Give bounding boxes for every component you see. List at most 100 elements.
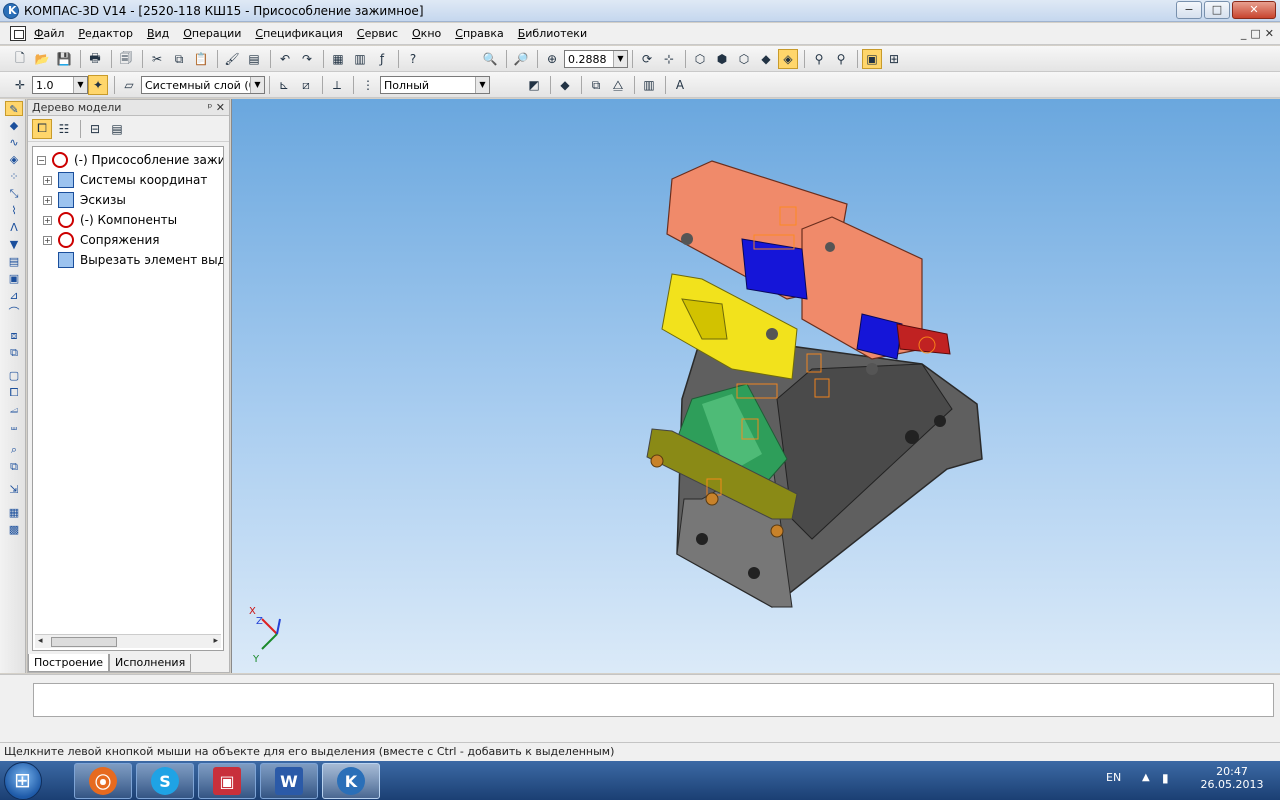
context-help-icon[interactable]: ? [403,49,423,69]
start-button[interactable] [4,762,42,800]
show-hidden-icons-icon[interactable]: ▲ [1142,772,1150,783]
taskbar-save[interactable]: ▣ [198,763,256,799]
menu-file[interactable]: Файл [34,27,64,40]
style-combo[interactable]: Полный ▼ [380,76,490,94]
tree-node-sketches[interactable]: + Эскизы [43,191,126,209]
plane-icon[interactable]: ⧄ [296,75,316,95]
language-indicator[interactable]: EN [1106,771,1121,784]
properties-panel[interactable] [33,683,1274,717]
orientation-icon[interactable]: ⊹ [659,49,679,69]
thin-lines-icon[interactable]: ⬡ [734,49,754,69]
chevron-down-icon[interactable]: ▼ [73,77,87,93]
preview-icon[interactable]: 🗐 [116,49,136,69]
menu-operations[interactable]: Операции [183,27,241,40]
properties-icon[interactable]: ▤ [244,49,264,69]
perspective-icon[interactable]: ⧋ [608,75,628,95]
standard-parts-icon[interactable]: ▩ [5,522,23,537]
snap-icon[interactable]: ✦ [88,75,108,95]
tree-style-icon[interactable]: ⋮ [358,75,378,95]
cursor-step-icon[interactable]: ✛ [10,75,30,95]
link-icon[interactable]: ⌇ [5,203,23,218]
menu-window[interactable]: Окно [412,27,441,40]
print-icon[interactable]: 🖶 [85,49,105,69]
tab-construction[interactable]: Построение [28,654,110,672]
dimension-icon[interactable]: Λ [5,220,23,235]
filter-icon[interactable]: ⚲ [809,49,829,69]
tree-node-root[interactable]: − (-) Присособление зажимное [37,151,223,169]
kompas-app-icon[interactable] [3,3,19,19]
select-filter-icon[interactable]: ⚲ [831,49,851,69]
zoom-in-icon[interactable]: ⊕ [542,49,562,69]
assembly-tool-icon[interactable]: ⧉ [5,345,23,360]
libraries-icon[interactable]: ▦ [5,505,23,520]
spline-icon[interactable]: ∿ [5,135,23,150]
tree-expand-icon[interactable]: + [43,175,52,185]
tree-filter-icon[interactable]: ⊟ [85,119,105,139]
measure-icon[interactable]: ⊞ [884,49,904,69]
save-icon[interactable]: 💾 [54,49,74,69]
maximize-button[interactable]: □ [1204,1,1230,19]
copy-icon[interactable]: ⧉ [169,49,189,69]
new-document-icon[interactable]: 🗋 [10,49,30,69]
manager-icon[interactable]: ▦ [328,49,348,69]
scroll-left-icon[interactable]: ◂ [38,636,43,646]
tree-structure-icon[interactable]: ⧠ [32,118,52,139]
annotation-icon[interactable]: A [670,75,690,95]
part-color-icon[interactable]: ◆ [555,75,575,95]
doc-minimize-button[interactable]: _ [1241,27,1247,40]
measure-tool-icon[interactable]: ⧈ [5,328,23,343]
clock[interactable]: 20:47 26.05.2013 [1196,765,1268,791]
mate-icon[interactable]: ⤡ [5,186,23,201]
close-button[interactable]: ✕ [1232,1,1276,19]
step-combo[interactable]: 1.0 ▼ [32,76,88,94]
part-icon[interactable]: ◆ [5,118,23,133]
surface-icon[interactable]: ◈ [5,152,23,167]
doc-close-button[interactable]: ✕ [1265,27,1274,40]
menu-libraries[interactable]: Библиотеки [518,27,587,40]
zoom-dynamic-icon[interactable]: 🔎 [511,49,531,69]
tree-node-coordinate-systems[interactable]: + Системы координат [43,171,207,189]
doc-restore-button[interactable]: □ [1250,27,1260,40]
zoom-tool-icon[interactable]: ⌕ [5,442,23,457]
array-icon[interactable]: ⁘ [5,169,23,184]
zoom-window-icon[interactable]: 🔍 [480,49,500,69]
scroll-right-icon[interactable]: ▸ [213,636,218,646]
taskbar-kompas[interactable]: K [322,763,380,799]
menu-specification[interactable]: Спецификация [255,27,342,40]
scroll-thumb[interactable] [51,637,117,647]
taskbar-skype[interactable]: S [136,763,194,799]
halftone-icon[interactable]: ◆ [756,49,776,69]
network-icon[interactable]: ▮ [1162,771,1169,785]
chevron-down-icon[interactable]: ▼ [250,77,264,93]
3d-viewport[interactable]: X Z Y [231,99,1280,673]
cut-icon[interactable]: ✂ [147,49,167,69]
tree-options-icon[interactable]: ▤ [107,119,127,139]
undo-icon[interactable]: ↶ [275,49,295,69]
model-parts-icon[interactable]: ▥ [639,75,659,95]
minimize-button[interactable]: − [1176,1,1202,19]
tree-node-mates[interactable]: + Сопряжения [43,231,159,249]
component-move-icon[interactable]: ⧠ [5,385,23,400]
filter-selection-icon[interactable]: ▼ [5,237,23,252]
tree-view-mode-icon[interactable]: ☷ [54,119,74,139]
component-insert-icon[interactable]: ▢ [5,368,23,383]
format-brush-icon[interactable]: 🖌 [222,49,242,69]
component-array-icon[interactable]: ⧢ [5,419,23,434]
halftone-edges-icon[interactable]: ◈ [778,49,798,69]
chevron-down-icon[interactable]: ▼ [475,77,489,93]
tree-expand-icon[interactable]: + [43,235,52,245]
variables-icon[interactable]: ▥ [350,49,370,69]
hidden-lines-icon[interactable]: ⬢ [712,49,732,69]
rotate-icon[interactable]: ⟳ [637,49,657,69]
editing-mode-icon[interactable]: ✎ [5,101,23,116]
paste-icon[interactable]: 📋 [191,49,211,69]
open-folder-icon[interactable]: 📂 [32,49,52,69]
tab-executions[interactable]: Исполнения [109,654,192,672]
diagnostics-icon[interactable]: ⊿ [5,288,23,303]
menu-editor[interactable]: Редактор [78,27,133,40]
tree-node-cut-extrude[interactable]: Вырезать элемент выдавливания [58,251,223,269]
taskbar-word[interactable]: W [260,763,318,799]
section-icon[interactable]: ⧉ [586,75,606,95]
layer-icon[interactable]: ▱ [119,75,139,95]
pin-close-controls[interactable]: ᵖ ✕ [208,101,225,114]
